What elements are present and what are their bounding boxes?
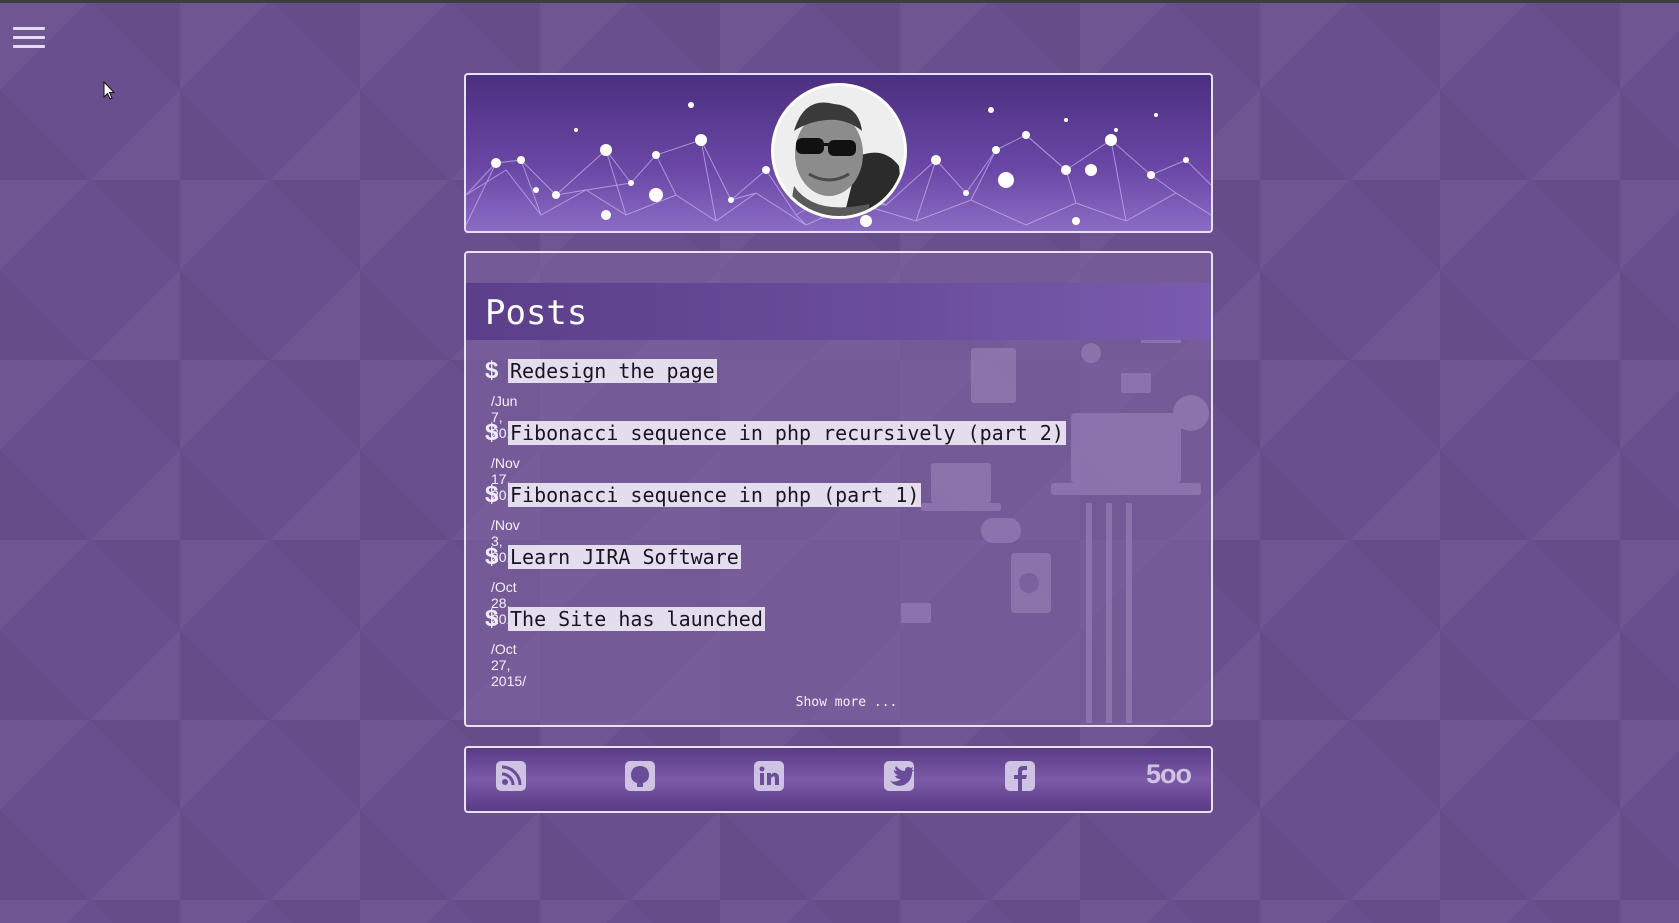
dollar-prompt-icon: $ <box>485 543 499 570</box>
window-top-border <box>0 0 1679 3</box>
posts-panel: Posts $ Redesign the page /Jun 7, 2017/ … <box>464 251 1213 727</box>
show-more-link[interactable]: Show more ... <box>466 695 1211 710</box>
twitter-icon[interactable] <box>884 761 918 795</box>
post-title-link[interactable]: Fibonacci sequence in php (part 1) <box>508 483 922 507</box>
github-icon <box>625 761 655 791</box>
header-banner <box>464 73 1213 233</box>
post-title-link[interactable]: Redesign the page <box>508 359 717 383</box>
facebook-icon[interactable] <box>1005 761 1039 795</box>
post-title-link[interactable]: Fibonacci sequence in php recursively (p… <box>508 421 1066 445</box>
avatar-photo-icon <box>774 86 904 216</box>
post-date: /Oct 27, 2015/ <box>491 641 527 689</box>
dollar-prompt-icon: $ <box>485 605 499 632</box>
social-links-bar: 5oo <box>464 746 1213 813</box>
linkedin-icon <box>754 761 784 791</box>
500px-icon[interactable]: 5oo <box>1146 759 1192 790</box>
github-icon[interactable] <box>625 761 659 795</box>
tech-icons-background <box>901 313 1209 723</box>
menu-bar <box>13 27 45 30</box>
facebook-icon <box>1005 761 1035 791</box>
menu-bar <box>13 36 45 39</box>
dollar-prompt-icon: $ <box>485 357 499 384</box>
profile-avatar <box>771 83 907 219</box>
twitter-icon <box>884 761 914 791</box>
rss-icon <box>496 761 526 791</box>
posts-title: Posts <box>485 293 588 333</box>
mouse-cursor-icon <box>103 81 116 100</box>
post-title-link[interactable]: The Site has launched <box>508 607 765 631</box>
dollar-prompt-icon: $ <box>485 419 499 446</box>
hamburger-menu-icon[interactable] <box>13 27 47 51</box>
rss-icon[interactable] <box>496 761 530 795</box>
post-title-link[interactable]: Learn JIRA Software <box>508 545 741 569</box>
menu-bar <box>13 45 45 48</box>
posts-header-bar: Posts <box>466 283 1211 340</box>
linkedin-icon[interactable] <box>754 761 788 795</box>
dollar-prompt-icon: $ <box>485 481 499 508</box>
